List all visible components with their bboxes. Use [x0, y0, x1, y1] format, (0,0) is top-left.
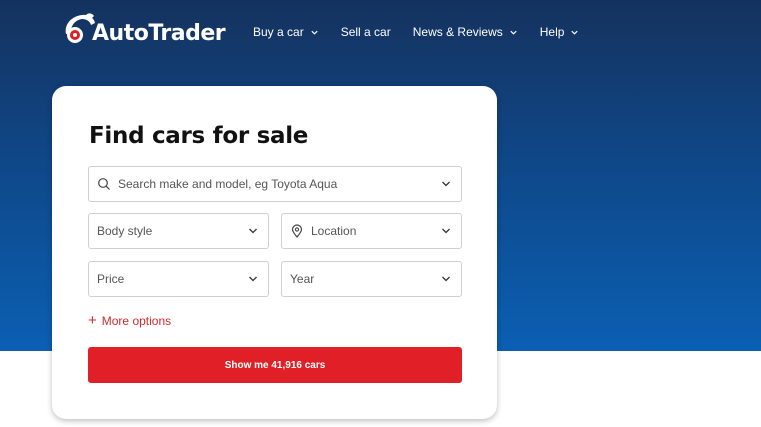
show-cars-button[interactable]: Show me 41,916 cars — [88, 347, 462, 383]
search-placeholder: Search make and model, eg Toyota Aqua — [118, 177, 338, 191]
location-select[interactable]: Location — [281, 213, 462, 249]
chevron-down-icon — [510, 30, 517, 35]
nav-item-label: News & Reviews — [412, 25, 503, 39]
brand-name: AutoTrader — [92, 20, 226, 46]
nav-item-label: Buy a car — [253, 25, 304, 39]
chevron-down-icon — [442, 228, 450, 234]
chevron-down-icon — [442, 276, 450, 282]
main-nav: Buy a car Sell a car News & Reviews Help — [253, 25, 579, 39]
body-style-label: Body style — [97, 224, 153, 238]
chevron-down-icon — [249, 276, 257, 282]
more-options-label: More options — [101, 314, 172, 328]
page-title: Find cars for sale — [89, 123, 309, 149]
site-header: AutoTrader Buy a car Sell a car News & R… — [0, 0, 761, 66]
nav-item-label: Sell a car — [340, 25, 391, 39]
nav-news-reviews[interactable]: News & Reviews — [413, 25, 518, 39]
site-logo[interactable]: AutoTrader — [58, 10, 226, 46]
location-pin-icon — [291, 224, 303, 238]
price-select[interactable]: Price — [88, 261, 269, 297]
nav-help[interactable]: Help — [540, 25, 580, 39]
nav-buy-a-car[interactable]: Buy a car — [253, 25, 319, 39]
price-label: Price — [97, 272, 125, 286]
chevron-down-icon — [311, 30, 318, 35]
year-label: Year — [290, 272, 315, 286]
chevron-down-icon — [249, 228, 257, 234]
body-style-select[interactable]: Body style — [88, 213, 269, 249]
plus-icon: + — [88, 312, 97, 329]
autotrader-logo-icon — [58, 10, 98, 46]
nav-sell-a-car[interactable]: Sell a car — [341, 25, 391, 39]
chevron-down-icon — [571, 30, 579, 35]
search-card: Find cars for sale Search make and model… — [52, 86, 497, 419]
location-label: Location — [311, 224, 357, 238]
search-icon — [98, 178, 110, 190]
more-options-link[interactable]: + More options — [88, 312, 172, 329]
nav-item-label: Help — [539, 25, 565, 39]
show-cars-label: Show me 41,916 cars — [224, 359, 326, 371]
search-input[interactable]: Search make and model, eg Toyota Aqua — [88, 166, 462, 202]
year-select[interactable]: Year — [281, 261, 462, 297]
chevron-down-icon — [442, 181, 450, 187]
